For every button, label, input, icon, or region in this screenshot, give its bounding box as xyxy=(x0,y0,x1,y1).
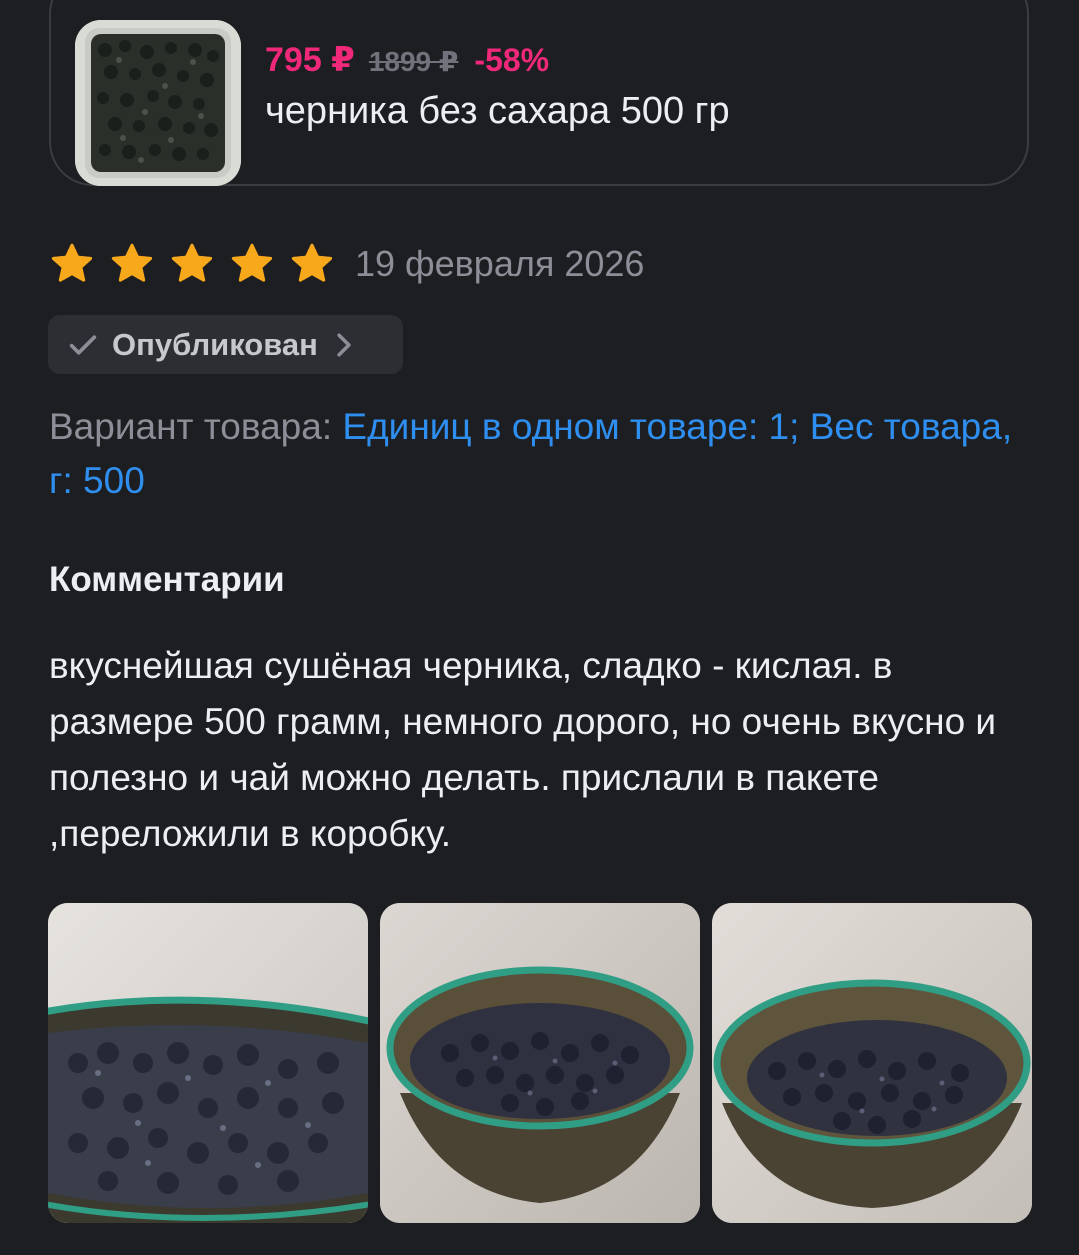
review-date: 19 февраля 2026 xyxy=(355,243,645,284)
review-photo-3[interactable] xyxy=(712,903,1032,1223)
rating-row: 19 февраля 2026 xyxy=(49,238,644,290)
chevron-right-icon xyxy=(337,332,351,357)
price-old: 1899 ₽ xyxy=(368,46,459,77)
comment-text: вкуснейшая сушёная черника, сладко - кис… xyxy=(49,645,997,854)
price-current: 795 ₽ xyxy=(265,41,355,79)
review-photo-2[interactable] xyxy=(380,903,700,1223)
product-thumbnail[interactable] xyxy=(75,20,241,186)
review-photo-1[interactable] xyxy=(48,903,368,1223)
photo-icon xyxy=(712,903,1032,1223)
star-icon xyxy=(109,241,155,287)
status-label: Опубликован xyxy=(112,326,318,362)
discount-badge: -58% xyxy=(474,42,550,78)
photo-icon xyxy=(380,903,700,1223)
star-icon xyxy=(169,241,215,287)
status-badge[interactable]: Опубликован xyxy=(48,315,403,374)
product-photo-icon xyxy=(75,20,241,186)
star-icon xyxy=(229,241,275,287)
star-rating xyxy=(49,241,349,287)
price-row: 795 ₽ 1899 ₽ -58% xyxy=(265,40,549,84)
variant-label: Вариант товара: xyxy=(49,406,343,447)
comments-heading: Комментарии xyxy=(49,560,285,599)
product-name[interactable]: черника без сахара 500 гр xyxy=(265,90,730,133)
check-icon xyxy=(69,334,97,355)
product-variant: Вариант товара: Единиц в одном товаре: 1… xyxy=(49,400,1034,508)
product-card[interactable]: 795 ₽ 1899 ₽ -58% черника без сахара 500… xyxy=(49,0,1029,186)
star-icon xyxy=(289,241,335,287)
photo-icon xyxy=(48,903,368,1223)
review-page: 795 ₽ 1899 ₽ -58% черника без сахара 500… xyxy=(0,0,1079,1255)
star-icon xyxy=(49,241,95,287)
